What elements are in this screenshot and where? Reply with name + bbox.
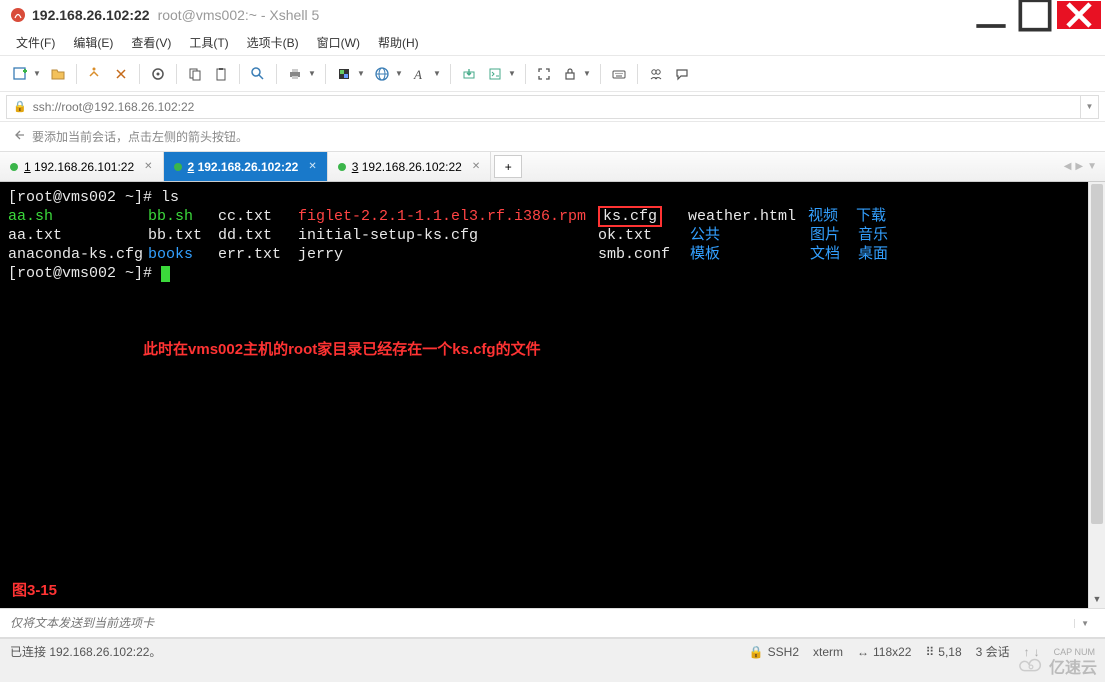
keyboard-icon[interactable] — [607, 62, 631, 86]
open-session-icon[interactable] — [46, 62, 70, 86]
font-icon[interactable]: A — [408, 62, 432, 86]
status-protocol: 🔒SSH2 — [749, 645, 799, 659]
transfer-icon[interactable] — [457, 62, 481, 86]
encoding-icon[interactable] — [370, 62, 394, 86]
tab-1[interactable]: 1 192.168.26.101:22 ✕ — [0, 152, 164, 181]
copy-icon[interactable] — [183, 62, 207, 86]
toolbar: ▼ ▼ ▼ ▼ A ▼ ▼ ▼ — [0, 56, 1105, 92]
lock-dropdown[interactable]: ▼ — [583, 69, 591, 78]
send-dropdown[interactable]: ▼ — [1074, 619, 1095, 628]
figure-label: 图3-15 — [12, 579, 57, 600]
lock-icon[interactable] — [558, 62, 582, 86]
hint-bar: 要添加当前会话，点击左侧的箭头按钮。 — [0, 122, 1105, 152]
menu-bar: 文件(F) 编辑(E) 查看(V) 工具(T) 选项卡(B) 窗口(W) 帮助(… — [0, 30, 1105, 56]
menu-file[interactable]: 文件(F) — [8, 31, 63, 54]
menu-tabs[interactable]: 选项卡(B) — [239, 31, 307, 54]
address-dropdown[interactable]: ▼ — [1081, 95, 1099, 119]
status-cursor: ⠿5,18 — [925, 645, 961, 659]
menu-edit[interactable]: 编辑(E) — [65, 31, 121, 54]
tab-3[interactable]: 3 192.168.26.102:22 ✕ — [328, 152, 492, 181]
new-session-dropdown[interactable]: ▼ — [33, 69, 41, 78]
size-icon: ↔ — [857, 645, 869, 659]
script-dropdown[interactable]: ▼ — [508, 69, 516, 78]
terminal[interactable]: [root@vms002 ~]# lsaa.shbb.shcc.txtfigle… — [0, 182, 1088, 608]
ssh-lock-icon: 🔒 — [749, 645, 764, 659]
paste-icon[interactable] — [209, 62, 233, 86]
minimize-button[interactable] — [969, 1, 1013, 29]
sessions-icon[interactable] — [644, 62, 668, 86]
scroll-down-icon[interactable]: ▼ — [1089, 591, 1105, 608]
properties-icon[interactable] — [146, 62, 170, 86]
annotation-text: 此时在vms002主机的root家目录已经存在一个ks.cfg的文件 — [143, 341, 541, 358]
status-bar: 已连接 192.168.26.102:22。 🔒SSH2 xterm ↔118x… — [0, 638, 1105, 664]
font-dropdown[interactable]: ▼ — [433, 69, 441, 78]
color-dropdown[interactable]: ▼ — [357, 69, 365, 78]
address-input[interactable]: 🔒 ssh://root@192.168.26.102:22 — [6, 95, 1081, 119]
find-icon[interactable] — [246, 62, 270, 86]
add-tab-button[interactable]: + — [494, 155, 522, 178]
address-bar: 🔒 ssh://root@192.168.26.102:22 ▼ — [0, 92, 1105, 122]
cursor-icon: ⠿ — [925, 645, 934, 659]
send-bar: ▼ — [0, 608, 1105, 638]
tab-2[interactable]: 2 192.168.26.102:22 ✕ — [164, 152, 328, 181]
title-session: root@vms002:~ - Xshell 5 — [158, 7, 320, 23]
title-host: 192.168.26.102:22 — [32, 7, 150, 23]
disconnect-icon[interactable] — [109, 62, 133, 86]
tab-close-icon[interactable]: ✕ — [144, 161, 152, 172]
color-scheme-icon[interactable] — [332, 62, 356, 86]
address-text: ssh://root@192.168.26.102:22 — [33, 100, 195, 114]
menu-help[interactable]: 帮助(H) — [370, 31, 427, 54]
tab-prev-icon[interactable]: ◀ — [1064, 161, 1072, 172]
status-size: ↔118x22 — [857, 645, 911, 659]
tab-nav: ◀ ▶ ▼ — [1064, 152, 1105, 181]
watermark-text: 亿速云 — [1049, 654, 1097, 678]
status-term: xterm — [813, 645, 843, 659]
fullscreen-icon[interactable] — [532, 62, 556, 86]
hint-arrow-icon[interactable] — [12, 128, 26, 145]
terminal-area: [root@vms002 ~]# lsaa.shbb.shcc.txtfigle… — [0, 182, 1105, 608]
script-icon[interactable] — [483, 62, 507, 86]
status-dot-icon — [338, 163, 346, 171]
menu-view[interactable]: 查看(V) — [123, 31, 179, 54]
print-dropdown[interactable]: ▼ — [308, 69, 316, 78]
print-icon[interactable] — [283, 62, 307, 86]
menu-window[interactable]: 窗口(W) — [309, 31, 368, 54]
terminal-cursor — [161, 266, 170, 282]
app-icon — [10, 7, 26, 23]
menu-tools[interactable]: 工具(T) — [181, 31, 236, 54]
watermark: 亿速云 — [1017, 654, 1097, 678]
status-dot-icon — [10, 163, 18, 171]
svg-text:A: A — [413, 67, 422, 82]
new-session-icon[interactable] — [8, 62, 32, 86]
status-dot-icon — [174, 163, 182, 171]
tab-close-icon[interactable]: ✕ — [308, 161, 316, 172]
encoding-dropdown[interactable]: ▼ — [395, 69, 403, 78]
vertical-scrollbar[interactable]: ▲ ▼ — [1088, 182, 1105, 608]
lock-indicator-icon: 🔒 — [13, 100, 27, 113]
send-input[interactable] — [10, 616, 1074, 630]
hint-text: 要添加当前会话，点击左侧的箭头按钮。 — [32, 128, 248, 145]
chat-icon[interactable] — [670, 62, 694, 86]
close-button[interactable] — [1057, 1, 1101, 29]
title-bar: 192.168.26.102:22 root@vms002:~ - Xshell… — [0, 0, 1105, 30]
tab-next-icon[interactable]: ▶ — [1075, 161, 1083, 172]
tab-list-icon[interactable]: ▼ — [1087, 161, 1097, 172]
maximize-button[interactable] — [1013, 1, 1057, 29]
status-connection: 已连接 192.168.26.102:22。 — [10, 643, 161, 660]
reconnect-icon[interactable] — [83, 62, 107, 86]
tab-bar: 1 192.168.26.101:22 ✕ 2 192.168.26.102:2… — [0, 152, 1105, 182]
tab-close-icon[interactable]: ✕ — [472, 161, 480, 172]
scroll-thumb[interactable] — [1091, 184, 1103, 524]
status-sessions: 3 会话 — [976, 643, 1010, 660]
